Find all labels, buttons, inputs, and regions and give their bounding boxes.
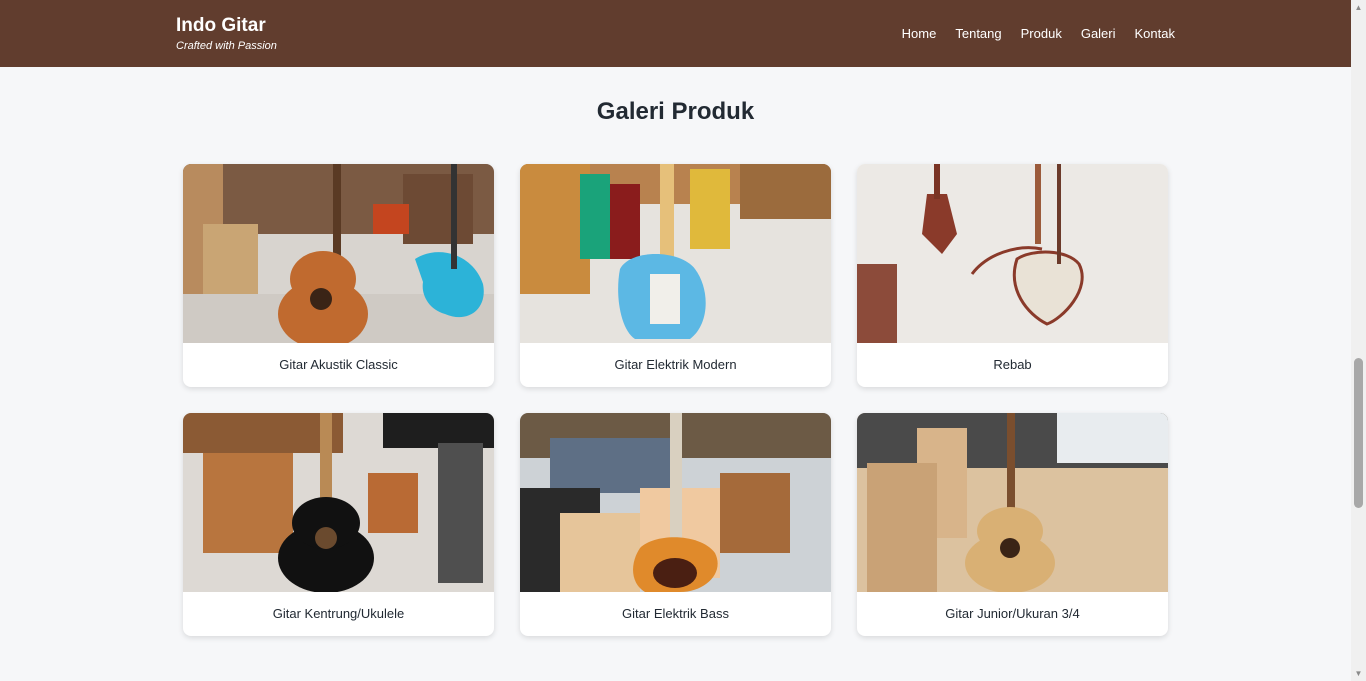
gallery-card[interactable]: Gitar Akustik Classic <box>183 164 494 387</box>
gallery-title: Galeri Produk <box>596 98 755 125</box>
electric-guitar-photo <box>520 164 831 343</box>
gallery-card-caption: Gitar Akustik Classic <box>279 357 398 372</box>
gallery-card-caption: Gitar Elektrik Bass <box>622 606 729 621</box>
gallery-grid: Gitar Akustik Classic Gitar Elektrik Mod… <box>183 164 1168 636</box>
rebab-instrument-photo <box>857 164 1168 343</box>
page-viewport: Indo Gitar Crafted with Passion Home Ten… <box>0 0 1351 681</box>
bass-guitar-photo <box>520 413 831 592</box>
nav-produk-link[interactable]: Produk <box>1021 26 1062 42</box>
acoustic-guitar-photo <box>183 164 494 343</box>
scroll-thumb[interactable] <box>1354 358 1363 508</box>
gallery-card-caption: Gitar Junior/Ukuran 3/4 <box>945 606 1080 621</box>
gallery-card[interactable]: Gitar Elektrik Modern <box>520 164 831 387</box>
scroll-down-icon[interactable]: ▼ <box>1351 666 1366 681</box>
ukulele-wall-photo <box>183 413 494 592</box>
brand-tagline: Crafted with Passion <box>176 40 277 52</box>
nav-galeri-link[interactable]: Galeri <box>1081 26 1116 42</box>
brand-title: Indo Gitar <box>176 15 266 36</box>
gallery-card-caption: Gitar Elektrik Modern <box>614 357 737 372</box>
brand[interactable]: Indo Gitar Crafted with Passion <box>176 15 277 53</box>
junior-guitar-photo <box>857 413 1168 592</box>
gallery-card[interactable]: Gitar Junior/Ukuran 3/4 <box>857 413 1168 636</box>
gallery-card-caption: Gitar Kentrung/Ukulele <box>272 606 405 621</box>
gallery-card[interactable]: Gitar Elektrik Bass <box>520 413 831 636</box>
page-scrollbar[interactable]: ▲ ▼ <box>1351 0 1366 681</box>
navbar: Indo Gitar Crafted with Passion Home Ten… <box>0 0 1351 67</box>
nav-kontak-link[interactable]: Kontak <box>1135 26 1175 42</box>
nav-home-link[interactable]: Home <box>902 26 937 42</box>
gallery-card[interactable]: Rebab <box>857 164 1168 387</box>
gallery-card-caption: Rebab <box>993 357 1032 372</box>
nav-tentang-link[interactable]: Tentang <box>955 26 1001 42</box>
scroll-up-icon[interactable]: ▲ <box>1351 0 1366 15</box>
main-nav: Home Tentang Produk Galeri Kontak <box>902 26 1175 42</box>
gallery-card[interactable]: Gitar Kentrung/Ukulele <box>183 413 494 636</box>
